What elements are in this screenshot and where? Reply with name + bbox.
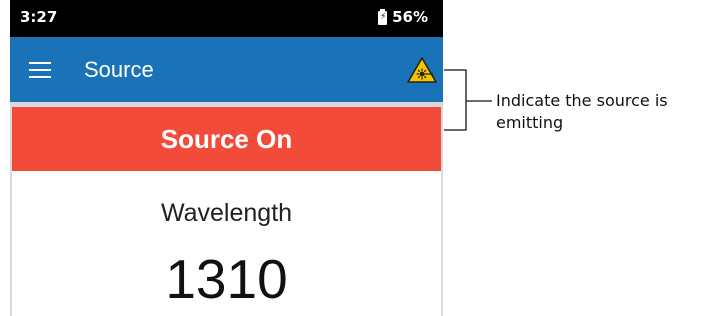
source-status-label: Source On: [160, 123, 293, 154]
callout-text: Indicate the source is emitting: [496, 91, 668, 132]
status-time: 3:27: [20, 8, 58, 26]
laser-warning-icon: [407, 57, 437, 83]
battery-percent: 56%: [392, 8, 428, 26]
status-bar: 3:27 ⚡ 56%: [10, 0, 443, 37]
menu-icon[interactable]: [29, 62, 51, 78]
page-title: Source: [84, 57, 154, 82]
device-screen: 3:27 ⚡ 56% Source Source On Wavelength 1…: [10, 0, 443, 316]
battery-indicator: ⚡ 56%: [378, 8, 428, 26]
source-card: Source On Wavelength 1310: [12, 107, 441, 316]
wavelength-value: 1310: [165, 248, 288, 310]
battery-charging-icon: ⚡: [378, 9, 388, 25]
app-bar: Source: [10, 37, 443, 102]
source-status-banner[interactable]: Source On: [12, 107, 441, 171]
wavelength-label: Wavelength: [160, 199, 293, 227]
